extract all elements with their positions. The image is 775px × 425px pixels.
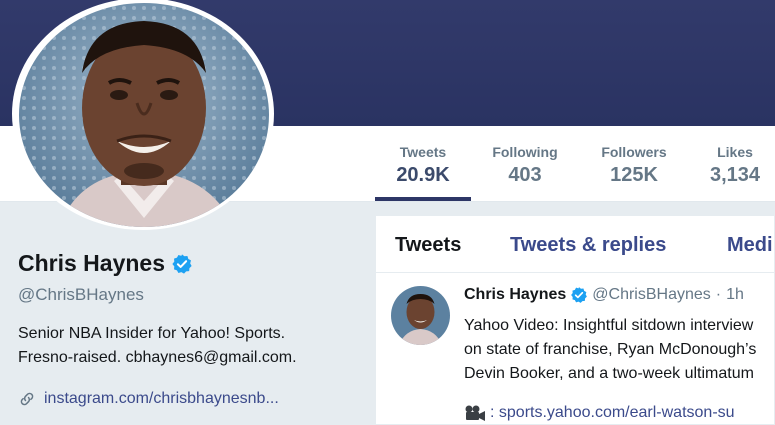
movie-camera-icon	[465, 405, 485, 421]
stat-likes[interactable]: Likes 3,134	[692, 126, 775, 201]
stat-value: 3,134	[709, 164, 761, 186]
profile-avatar[interactable]	[19, 3, 269, 227]
profile-name[interactable]: Chris Haynes	[18, 250, 165, 277]
timeline-card: Tweets Tweets & replies Medi Chris Hayne…	[375, 215, 775, 425]
profile-handle[interactable]: @ChrisBHaynes	[18, 285, 144, 305]
stat-label: Tweets	[399, 144, 447, 160]
tweet-author-name[interactable]: Chris Haynes	[464, 286, 566, 304]
tweet-item[interactable]: Chris Haynes @ChrisBHaynes · 1h Yahoo Vi…	[376, 274, 774, 424]
stat-value: 20.9K	[396, 164, 450, 186]
tweet-link-row[interactable]: : sports.yahoo.com/earl-watson-su	[464, 404, 735, 422]
profile-website[interactable]: instagram.com/chrisbhaynesnb...	[18, 390, 279, 408]
stat-tweets[interactable]: Tweets 20.9K	[375, 126, 471, 201]
link-icon	[20, 392, 34, 406]
tweet-header: Chris Haynes @ChrisBHaynes · 1h	[464, 286, 744, 304]
tab-media[interactable]: Medi	[727, 234, 773, 257]
stat-value: 403	[508, 164, 542, 186]
tweet-avatar[interactable]	[391, 286, 450, 345]
verified-badge-icon	[571, 287, 588, 303]
stat-label: Following	[492, 144, 558, 160]
verified-badge-icon	[172, 253, 192, 274]
tweet-text-line: on state of franchise, Ryan McDonough’s	[464, 341, 757, 358]
bio-line: Senior NBA Insider for Yahoo! Sports.	[18, 325, 286, 342]
tab-tweets-replies[interactable]: Tweets & replies	[510, 234, 666, 257]
tweet-text-line: Yahoo Video: Insightful sitdown intervie…	[464, 317, 754, 334]
stat-followers[interactable]: Followers 125K	[588, 126, 680, 201]
active-tab-underline	[375, 197, 471, 201]
tweet-author-handle[interactable]: @ChrisBHaynes	[592, 286, 711, 304]
stat-value: 125K	[610, 164, 658, 186]
timeline-tabs: Tweets Tweets & replies Medi	[376, 216, 774, 273]
tweet-link[interactable]: : sports.yahoo.com/earl-watson-su	[490, 404, 735, 422]
tab-tweets[interactable]: Tweets	[395, 234, 461, 257]
tweet-text: Yahoo Video: Insightful sitdown intervie…	[464, 314, 756, 386]
profile-bio: Senior NBA Insider for Yahoo! Sports. Fr…	[18, 322, 368, 370]
stat-label: Followers	[601, 144, 667, 160]
profile-name-block: Chris Haynes	[18, 250, 358, 277]
stat-following[interactable]: Following 403	[478, 126, 572, 201]
tweet-separator: ·	[715, 286, 722, 303]
stat-label: Likes	[717, 144, 753, 160]
tweet-text-line: Devin Booker, and a two-week ultimatum	[464, 365, 754, 382]
website-link[interactable]: instagram.com/chrisbhaynesnb...	[44, 390, 279, 408]
bio-line: Fresno-raised. cbhaynes6@gmail.com.	[18, 349, 297, 366]
tweet-timestamp[interactable]: 1h	[726, 286, 744, 304]
